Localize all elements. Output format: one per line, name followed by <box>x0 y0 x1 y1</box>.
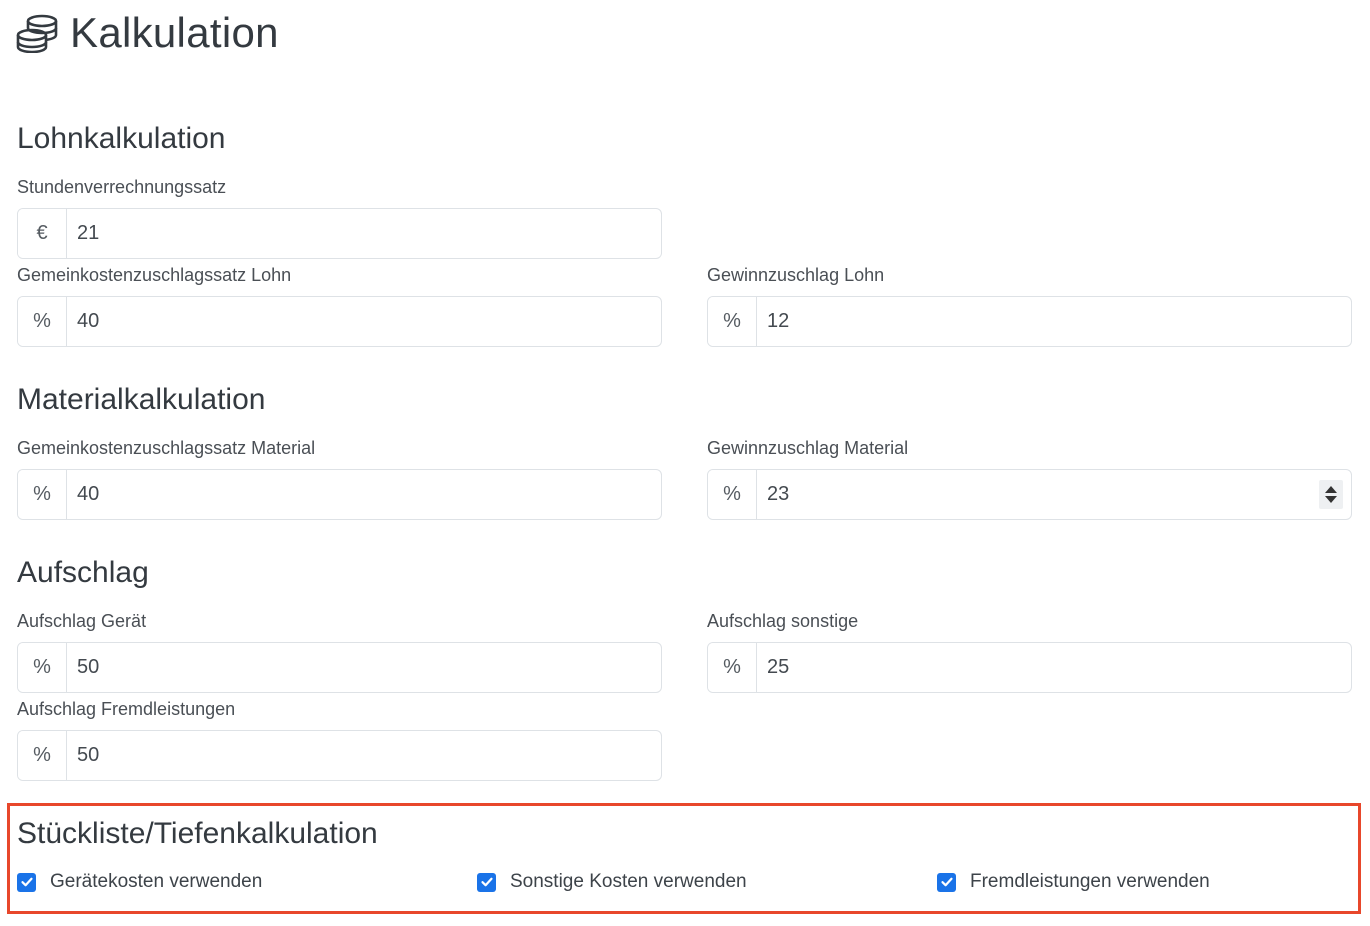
checkbox-checked-icon[interactable] <box>937 872 956 892</box>
gemeinkosten-material-input-group: % 40 <box>17 469 662 520</box>
percent-addon: % <box>708 470 757 519</box>
label-aufschlag-fremdleistungen: Aufschlag Fremdleistungen <box>17 699 236 719</box>
gewinnzuschlag-lohn-input-group: % 12 <box>707 296 1352 347</box>
number-spinner[interactable] <box>1319 480 1343 509</box>
page-title: Kalkulation <box>70 9 279 56</box>
stundenverrechnungssatz-input[interactable]: 21 <box>67 209 661 258</box>
checkbox-geraetekosten[interactable]: Gerätekosten verwenden <box>17 871 262 893</box>
stundenverrechnungssatz-input-group: € 21 <box>17 208 662 259</box>
aufschlag-geraet-input-group: % 50 <box>17 642 662 693</box>
gewinnzuschlag-lohn-input[interactable]: 12 <box>757 297 1351 346</box>
aufschlag-fremdleistungen-input[interactable]: 50 <box>67 731 661 780</box>
gewinnzuschlag-material-input-group: % 23 <box>707 469 1352 520</box>
aufschlag-fremdleistungen-input-group: % 50 <box>17 730 662 781</box>
checkbox-sonstige-kosten[interactable]: Sonstige Kosten verwenden <box>477 871 747 893</box>
gemeinkosten-lohn-input-group: % 40 <box>17 296 662 347</box>
page-header: Kalkulation <box>16 9 279 56</box>
checkbox-checked-icon[interactable] <box>17 872 36 892</box>
percent-addon: % <box>18 470 67 519</box>
aufschlag-sonstige-input[interactable]: 25 <box>757 643 1351 692</box>
section-title-materialkalkulation: Materialkalkulation <box>17 383 266 416</box>
section-title-lohnkalkulation: Lohnkalkulation <box>17 122 226 155</box>
section-title-aufschlag: Aufschlag <box>17 556 149 589</box>
label-aufschlag-geraet: Aufschlag Gerät <box>17 611 147 631</box>
checkbox-checked-icon[interactable] <box>477 872 496 892</box>
gewinnzuschlag-material-input[interactable]: 23 <box>757 470 1319 519</box>
label-gewinnzuschlag-material: Gewinnzuschlag Material <box>707 438 909 458</box>
spinner-up-icon[interactable] <box>1325 486 1337 493</box>
gemeinkosten-material-input[interactable]: 40 <box>67 470 661 519</box>
percent-addon: % <box>708 643 757 692</box>
label-stundenverrechnungssatz: Stundenverrechnungssatz <box>17 177 227 197</box>
aufschlag-sonstige-input-group: % 25 <box>707 642 1352 693</box>
aufschlag-geraet-input[interactable]: 50 <box>67 643 661 692</box>
percent-addon: % <box>708 297 757 346</box>
euro-addon: € <box>18 209 67 258</box>
label-gemeinkosten-material: Gemeinkostenzuschlagssatz Material <box>17 438 316 458</box>
label-gemeinkosten-lohn: Gemeinkostenzuschlagssatz Lohn <box>17 265 292 285</box>
checkbox-label[interactable]: Sonstige Kosten verwenden <box>510 871 747 893</box>
percent-addon: % <box>18 643 67 692</box>
gemeinkosten-lohn-input[interactable]: 40 <box>67 297 661 346</box>
percent-addon: % <box>18 297 67 346</box>
checkbox-label[interactable]: Fremdleistungen verwenden <box>970 871 1210 893</box>
label-gewinnzuschlag-lohn: Gewinnzuschlag Lohn <box>707 265 885 285</box>
checkbox-fremdleistungen[interactable]: Fremdleistungen verwenden <box>937 871 1210 893</box>
spinner-down-icon[interactable] <box>1325 496 1337 503</box>
checkbox-label[interactable]: Gerätekosten verwenden <box>50 871 262 893</box>
label-aufschlag-sonstige: Aufschlag sonstige <box>707 611 859 631</box>
coins-icon <box>16 14 58 53</box>
section-title-stueckliste: Stückliste/Tiefenkalkulation <box>17 817 378 850</box>
percent-addon: % <box>18 731 67 780</box>
